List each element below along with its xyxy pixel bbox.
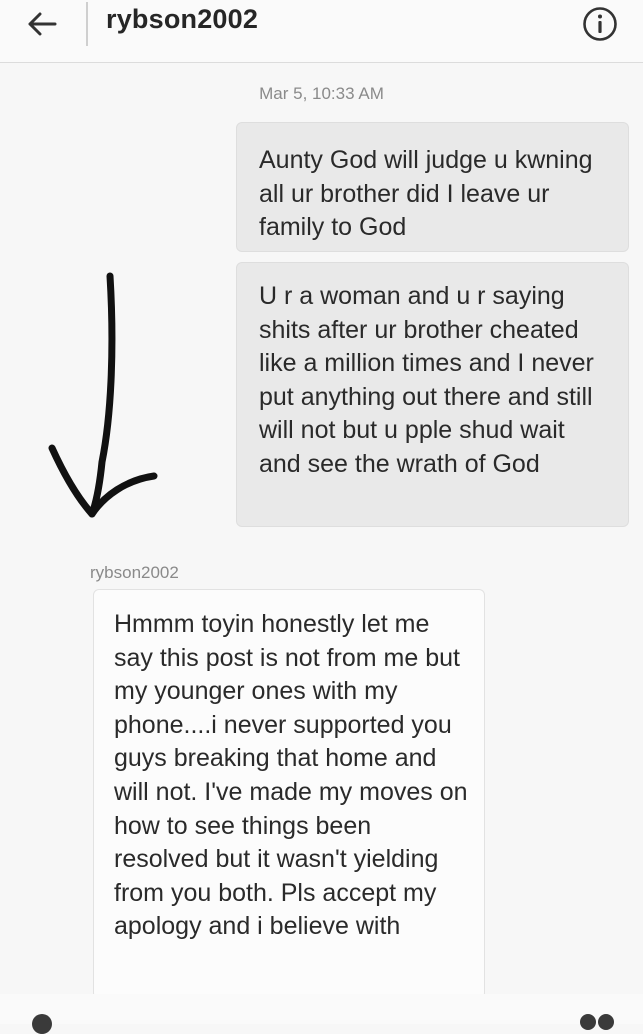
- sender-username[interactable]: rybson2002: [90, 563, 179, 583]
- composer-bar: [0, 994, 643, 1024]
- incoming-message[interactable]: Hmmm toyin honestly let me say this post…: [93, 589, 485, 999]
- message-timestamp: Mar 5, 10:33 AM: [259, 84, 384, 103]
- outgoing-message[interactable]: U r a woman and u r saying shits after u…: [236, 262, 629, 527]
- conversation-title[interactable]: rybson2002: [106, 4, 258, 35]
- header-divider: [86, 2, 88, 46]
- hand-drawn-arrow-icon: [48, 272, 158, 518]
- info-circle-icon: [583, 7, 617, 41]
- outgoing-message[interactable]: Aunty God will judge u kwning all ur bro…: [236, 122, 629, 252]
- conversation-header: rybson2002: [0, 0, 643, 63]
- camera-icon[interactable]: [32, 1014, 52, 1034]
- more-options-icon[interactable]: [580, 1014, 614, 1034]
- info-button[interactable]: [580, 4, 620, 44]
- back-button[interactable]: [18, 2, 66, 46]
- arrow-left-icon: [28, 12, 57, 36]
